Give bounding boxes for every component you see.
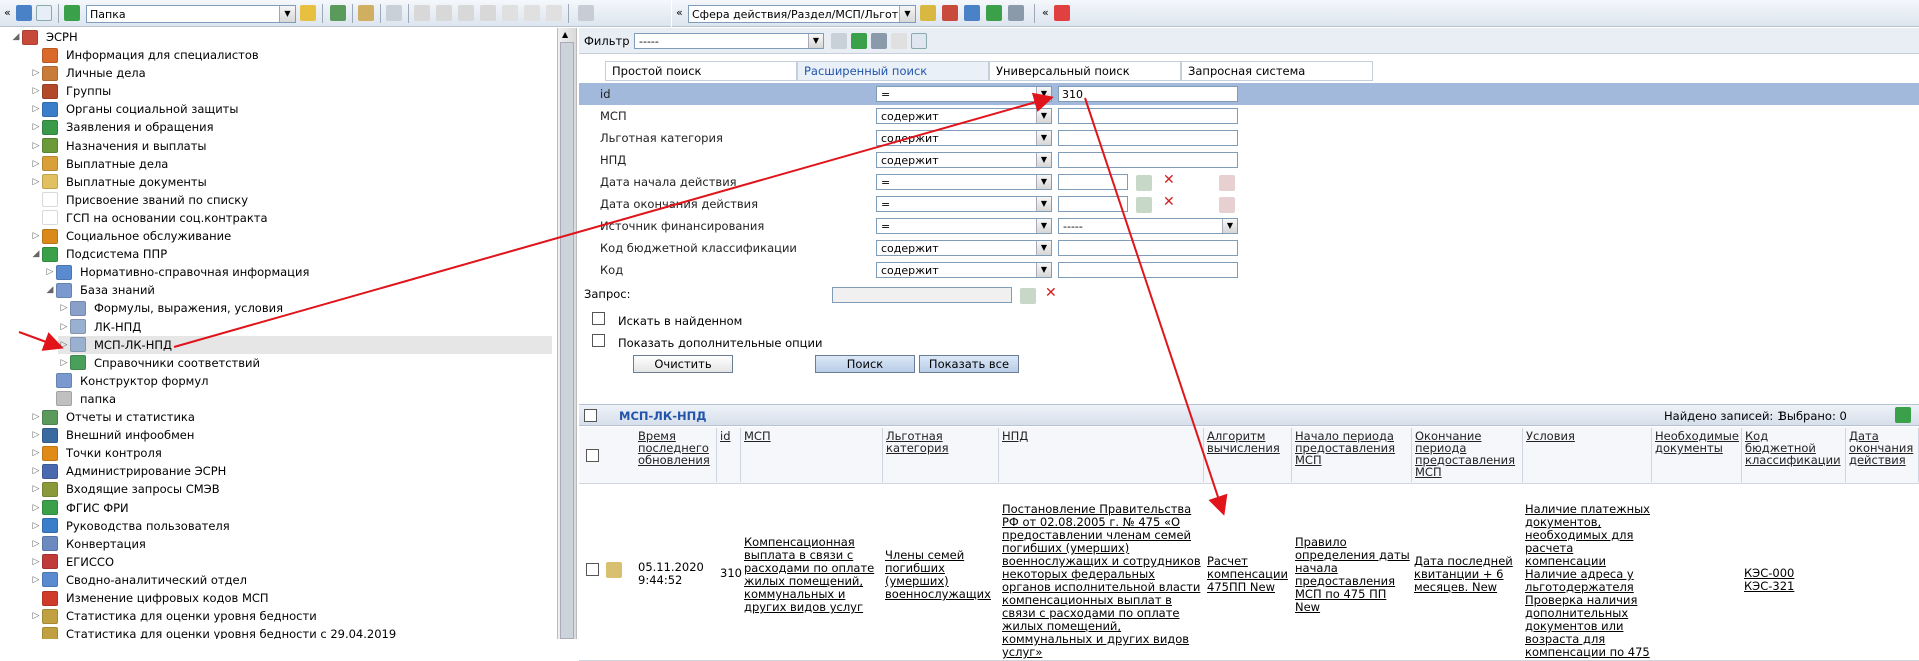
pointer-arrow [18,331,64,351]
arrow-to-algorithm [1084,97,1228,516]
annotation-arrows [18,92,1228,516]
arrow-to-id-field [173,92,1054,348]
